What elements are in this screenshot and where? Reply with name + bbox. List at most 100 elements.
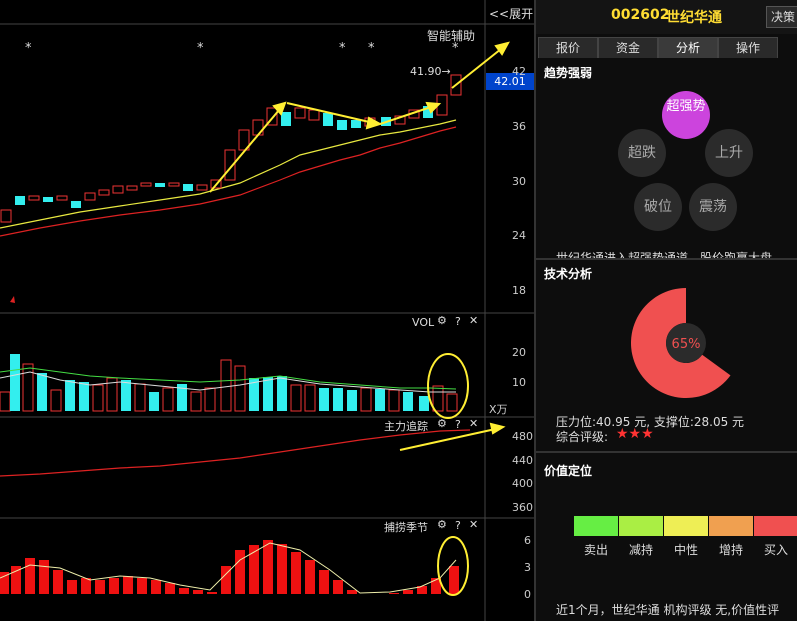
value-bar-neutral xyxy=(664,516,708,536)
vol-unit: X万 xyxy=(489,403,508,416)
candle xyxy=(252,119,264,136)
season-bar xyxy=(11,566,21,594)
marker-star: * xyxy=(339,41,346,56)
season-bar xyxy=(389,593,399,594)
volume-bar xyxy=(388,389,400,412)
price-tick: 42 xyxy=(512,65,526,78)
rating-label: 综合评级: xyxy=(556,430,609,444)
volume-bar xyxy=(304,384,316,412)
season-bar xyxy=(53,570,63,594)
candle xyxy=(196,184,208,191)
season-bar xyxy=(67,580,77,594)
rating-stars: ★★★ xyxy=(616,426,654,442)
main-force-line xyxy=(0,429,471,477)
vol-help-icon[interactable]: ? xyxy=(455,315,461,328)
trend-rise: 上升 xyxy=(705,129,753,177)
volume-bar xyxy=(432,385,444,412)
season-bar xyxy=(291,552,301,594)
volume-bar xyxy=(263,377,273,411)
volume-bar xyxy=(50,389,62,412)
volume-bar xyxy=(37,373,47,411)
candle xyxy=(294,107,306,119)
volume-bar xyxy=(277,376,287,411)
value-bar-add xyxy=(709,516,753,536)
volume-bars xyxy=(0,354,458,412)
expand-button[interactable]: <<展开 xyxy=(489,5,533,22)
candle xyxy=(337,120,347,130)
price-tick: 24 xyxy=(512,229,526,242)
candles xyxy=(0,74,462,223)
volume-bar xyxy=(290,384,302,412)
value-level-label: 卖出 xyxy=(583,543,608,557)
value-level-label: 买入 xyxy=(763,543,788,557)
candle xyxy=(0,209,12,223)
marker-star: * xyxy=(368,41,375,56)
main-force-tick: 480 xyxy=(512,430,533,443)
season-settings-icon[interactable]: ⚙ xyxy=(437,518,447,531)
volume-bar xyxy=(65,380,75,411)
assist-label[interactable]: 智能辅助 xyxy=(427,27,475,44)
season-bar xyxy=(179,588,189,594)
ma-line-yellow xyxy=(0,119,457,229)
volume-bar xyxy=(0,391,11,412)
season-bar xyxy=(319,570,329,594)
value-title: 价值定位 xyxy=(544,464,593,478)
analysis-panel: 002602 世纪华通 决策 报价 资金 分析 操作 趋势强弱 超强势 超跌 上… xyxy=(536,0,797,621)
volume-bar xyxy=(403,392,413,411)
season-tick: 6 xyxy=(524,534,531,547)
value-bar-sell xyxy=(574,516,618,536)
high-annotation: 41.90→ xyxy=(410,65,451,78)
tab-analysis[interactable]: 分析 xyxy=(658,37,718,58)
red-marker xyxy=(10,296,15,303)
volume-bar xyxy=(162,387,174,412)
candle xyxy=(308,109,320,121)
candle xyxy=(281,112,291,126)
price-tick: 36 xyxy=(512,120,526,133)
season-bar xyxy=(123,576,133,594)
season-bar xyxy=(25,558,35,594)
season-bars xyxy=(0,540,459,594)
tech-donut: 65% xyxy=(631,288,731,398)
value-bar-buy xyxy=(754,516,797,536)
tab-operate[interactable]: 操作 xyxy=(718,37,778,58)
vol-tick: 10 xyxy=(512,376,526,389)
candle xyxy=(84,192,96,201)
value-bar-reduce xyxy=(619,516,663,536)
value-level-label: 减持 xyxy=(628,543,653,557)
vol-tick: 20 xyxy=(512,346,526,359)
volume-bar xyxy=(121,380,131,411)
candle xyxy=(112,185,124,194)
main-force-settings-icon[interactable]: ⚙ xyxy=(437,417,447,430)
main-force-help-icon[interactable]: ? xyxy=(455,418,461,431)
volume-bar xyxy=(446,393,458,412)
volume-bar xyxy=(347,390,357,411)
season-tick: 3 xyxy=(524,561,531,574)
volume-bar xyxy=(149,392,159,411)
season-bar xyxy=(81,578,91,594)
candle xyxy=(98,189,110,196)
main-force-close-icon[interactable]: ✕ xyxy=(469,417,478,430)
tab-quote[interactable]: 报价 xyxy=(538,37,598,58)
volume-bar xyxy=(360,387,372,412)
value-level-label: 中性 xyxy=(673,543,698,557)
season-close-icon[interactable]: ✕ xyxy=(469,518,478,531)
section-divider xyxy=(536,451,797,453)
season-bar xyxy=(109,578,119,594)
tab-funds[interactable]: 资金 xyxy=(598,37,658,58)
vol-close-icon[interactable]: ✕ xyxy=(469,314,478,327)
season-bar xyxy=(0,572,9,594)
season-help-icon[interactable]: ? xyxy=(455,519,461,532)
vol-settings-icon[interactable]: ⚙ xyxy=(437,314,447,327)
candle xyxy=(168,182,180,187)
volume-bar xyxy=(234,365,246,412)
ma-line-red xyxy=(0,126,457,237)
volume-bar xyxy=(319,388,329,411)
candle xyxy=(323,113,333,126)
candlestick-chart[interactable]: * * * * * xyxy=(0,0,534,621)
chart-area[interactable]: * * * * * <<展开 智能辅助 41.90→ 42.01 42 36 3… xyxy=(0,0,534,621)
decision-button[interactable]: 决策 xyxy=(766,6,797,28)
volume-bar xyxy=(10,354,20,411)
main-force-tick: 440 xyxy=(512,454,533,467)
tech-title: 技术分析 xyxy=(544,267,593,281)
candle xyxy=(71,201,81,208)
